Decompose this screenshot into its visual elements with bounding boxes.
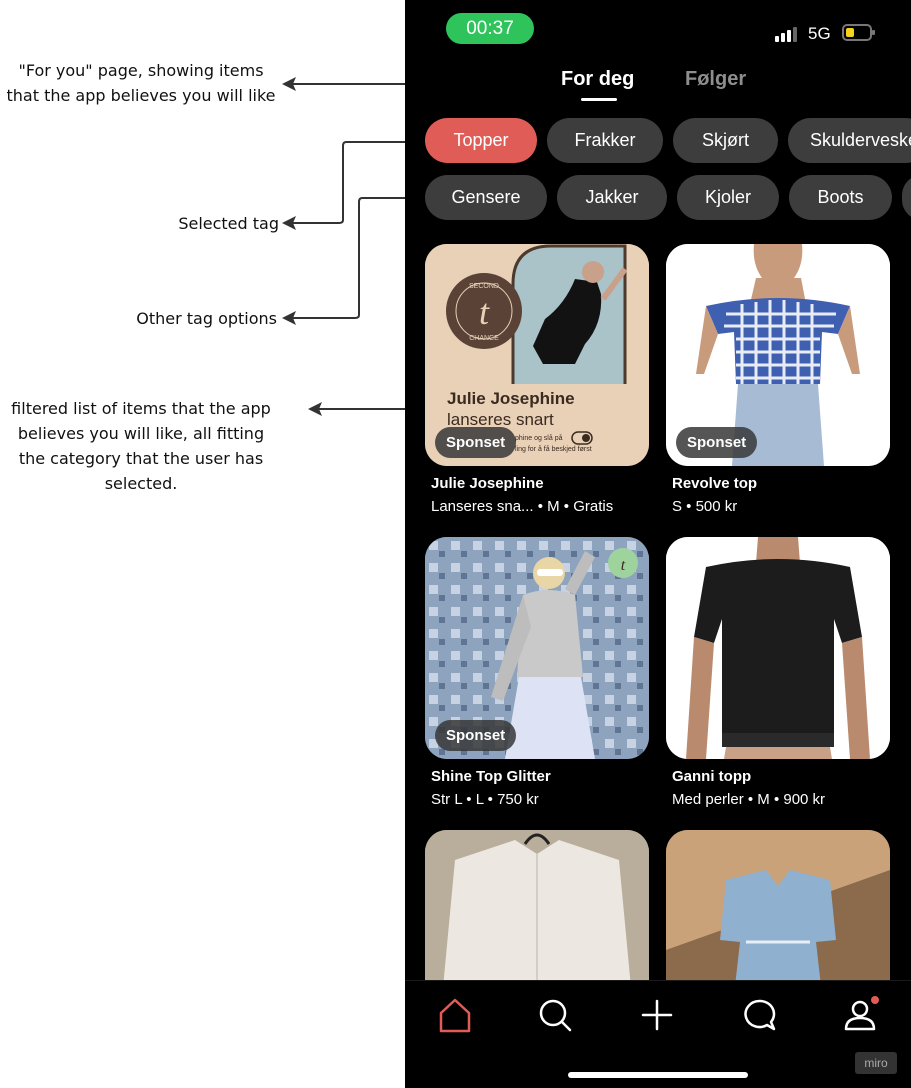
chip-more[interactable] (902, 175, 911, 220)
ad-small-text-2: ling for å få beskjed først (515, 445, 592, 453)
annotation-filtered-line3: the category that the user has (18, 449, 264, 468)
annotation-filtered-line1: filtered list of items that the app (11, 399, 271, 418)
annotation-for-you-line2: that the app believes you will like (6, 86, 276, 105)
annotation-other-tags: Other tag options (136, 309, 277, 328)
chip-frakker[interactable]: Frakker (547, 118, 663, 163)
plus-icon[interactable] (637, 995, 677, 1035)
ad-small-text-1: phine og slå på (515, 434, 563, 442)
tab-indicator (581, 98, 617, 101)
card-subtitle: Lanseres sna... • M • Gratis (431, 498, 614, 515)
search-icon[interactable] (535, 995, 575, 1035)
logo-letter: t (479, 292, 490, 332)
chip-topper[interactable]: Topper (425, 118, 537, 163)
card-title[interactable]: Shine Top Glitter (431, 768, 551, 785)
product-card-shine-top[interactable]: t Sponset (425, 537, 649, 759)
chip-boots[interactable]: Boots (789, 175, 892, 220)
chip-skjort[interactable]: Skjørt (673, 118, 778, 163)
annotation-filtered-list: filtered list of items that the app beli… (0, 396, 282, 496)
card-subtitle: Med perler • M • 900 kr (672, 791, 826, 808)
battery-level (846, 28, 854, 37)
arrow-selected-tag (292, 141, 405, 224)
product-card-ganni-topp[interactable] (666, 537, 890, 759)
product-image-black-knit-top (666, 537, 890, 759)
tab-for-deg[interactable]: For deg (561, 68, 634, 91)
sponset-badge: Sponset (676, 427, 758, 458)
logo-letter-small: t (621, 557, 626, 574)
chip-kjoler[interactable]: Kjoler (677, 175, 779, 220)
arrow-other-tags (292, 197, 422, 319)
annotation-for-you-line1: "For you" page, showing items (18, 61, 264, 80)
home-indicator[interactable] (568, 1072, 748, 1078)
tab-folger[interactable]: Følger (685, 68, 746, 91)
signal-icon (775, 26, 799, 42)
product-card-revolve-top[interactable]: Sponset (666, 244, 890, 466)
phone-screen: 00:37 5G For deg Følger Topper Frakker S… (405, 0, 911, 1088)
sponset-badge: Sponset (435, 720, 517, 751)
annotation-filtered-line2: believes you will like, all fitting (17, 424, 265, 443)
card-subtitle: Str L • L • 750 kr (431, 791, 539, 808)
chat-icon[interactable] (739, 995, 779, 1035)
chip-gensere[interactable]: Gensere (425, 175, 547, 220)
card-subtitle: S • 500 kr (672, 498, 738, 515)
ad-brand-text: Julie Josephine (447, 389, 575, 408)
battery-icon (842, 24, 875, 41)
annotation-filtered-line4: selected. (104, 474, 178, 493)
card-title[interactable]: Julie Josephine (431, 475, 544, 492)
chip-skulderveske[interactable]: Skulderveske (788, 118, 911, 163)
profile-icon[interactable] (840, 995, 880, 1035)
annotation-selected-tag: Selected tag (178, 214, 279, 233)
miro-watermark: miro (855, 1052, 897, 1074)
card-title[interactable]: Ganni topp (672, 768, 751, 785)
notification-dot (871, 996, 879, 1004)
annotation-for-you: "For you" page, showing items that the a… (0, 58, 282, 108)
chip-jakker[interactable]: Jakker (557, 175, 667, 220)
card-title[interactable]: Revolve top (672, 475, 757, 492)
network-label: 5G (808, 24, 831, 43)
status-time: 00:37 (446, 13, 534, 44)
sponset-badge: Sponset (435, 427, 517, 458)
product-card-julie-josephine[interactable]: t SECOND CHANCE Julie Josephine lanseres… (425, 244, 649, 466)
home-icon[interactable] (435, 995, 475, 1035)
logo-bottom-text: CHANCE (469, 335, 499, 342)
logo-top-text: SECOND (469, 283, 499, 290)
